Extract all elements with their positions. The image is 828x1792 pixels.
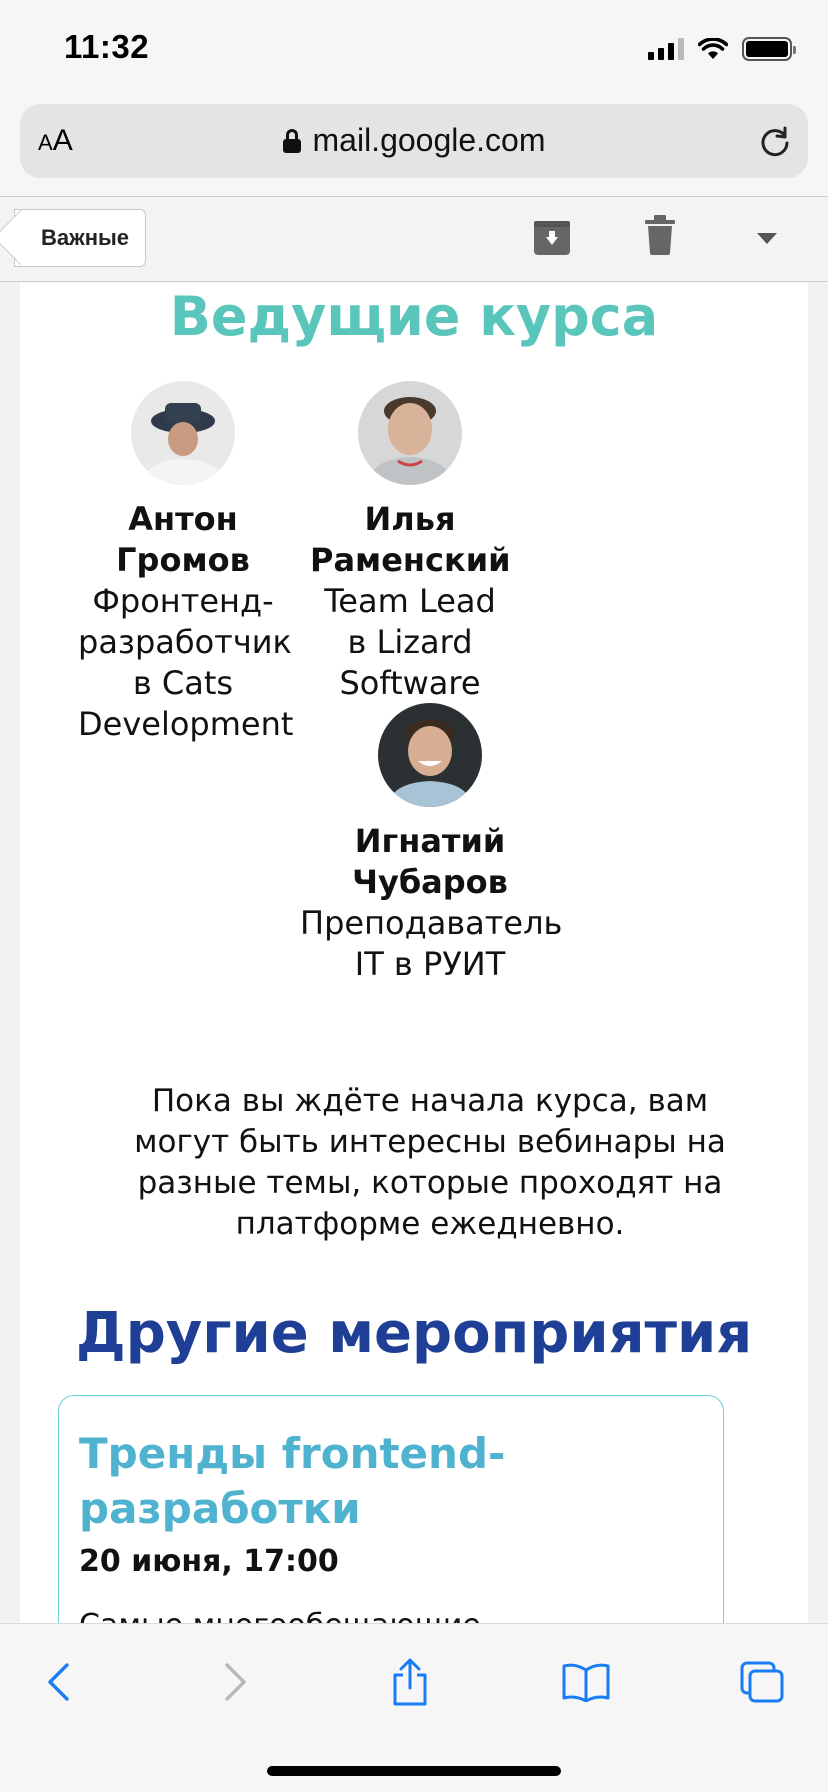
host-card: Илья Раменский Team Lead в Lizard Softwa… bbox=[310, 381, 511, 704]
host-card: Игнатий Чубаров Преподаватель IT в РУИТ bbox=[300, 703, 563, 985]
system-icons bbox=[648, 36, 796, 62]
share-button[interactable] bbox=[382, 1654, 438, 1710]
back-to-folder-button[interactable]: Важные bbox=[14, 209, 147, 267]
event-card[interactable]: Тренды frontend-разработки 20 июня, 17:0… bbox=[58, 1395, 724, 1623]
bookmarks-icon bbox=[562, 1663, 610, 1702]
trash-icon[interactable] bbox=[645, 215, 675, 255]
browser-bar: AA mail.google.com bbox=[0, 96, 828, 196]
other-events-title: Другие мероприятия bbox=[75, 1301, 753, 1366]
event-title[interactable]: Тренды frontend-разработки bbox=[79, 1426, 599, 1536]
url-text: mail.google.com bbox=[312, 122, 546, 158]
forward-icon bbox=[225, 1663, 246, 1701]
back-button[interactable] bbox=[30, 1654, 86, 1710]
lock-icon bbox=[282, 129, 301, 153]
intro-paragraph: Пока вы ждёте начала курса, вам могут бы… bbox=[134, 1083, 726, 1242]
battery-icon bbox=[742, 37, 796, 61]
browser-bottom-bar bbox=[0, 1623, 828, 1792]
host-name: Илья Раменский bbox=[310, 500, 511, 579]
host-role: Фронтенд-разработчик в Cats Development bbox=[78, 582, 294, 743]
host-role: Преподаватель IT в РУИТ bbox=[300, 904, 563, 983]
host-name: Игнатий Чубаров bbox=[352, 822, 508, 901]
back-icon bbox=[48, 1663, 69, 1701]
signal-icon bbox=[648, 38, 684, 60]
email-body: Ведущие курса Антон Громов Фронтенд-разр… bbox=[20, 283, 808, 1623]
home-indicator bbox=[267, 1766, 561, 1776]
event-date: 20 июня, 17:00 bbox=[79, 1544, 339, 1579]
address-bar[interactable]: AA mail.google.com bbox=[20, 104, 808, 178]
reload-icon[interactable] bbox=[758, 124, 792, 158]
avatar bbox=[131, 381, 235, 485]
hosts-title: Ведущие курса bbox=[169, 285, 659, 348]
avatar bbox=[378, 703, 482, 807]
dropdown-icon[interactable] bbox=[757, 233, 777, 245]
host-card: Антон Громов Фронтенд-разработчик в Cats… bbox=[78, 381, 294, 745]
share-icon bbox=[393, 1658, 427, 1706]
status-time: 11:32 bbox=[64, 28, 150, 65]
archive-icon[interactable] bbox=[533, 217, 571, 257]
tabs-button[interactable] bbox=[734, 1654, 790, 1710]
avatar bbox=[358, 381, 462, 485]
status-bar: 11:32 bbox=[0, 0, 828, 96]
address-field[interactable]: mail.google.com bbox=[20, 122, 808, 159]
host-role: Team Lead в Lizard Software bbox=[324, 582, 496, 702]
forward-button[interactable] bbox=[208, 1654, 264, 1710]
wifi-icon bbox=[698, 38, 728, 59]
tabs-icon bbox=[740, 1661, 784, 1703]
event-description: Самые многообещающие bbox=[79, 1608, 481, 1623]
bookmarks-button[interactable] bbox=[558, 1654, 614, 1710]
back-to-folder-label: Важные bbox=[41, 225, 130, 250]
mail-toolbar: Важные bbox=[0, 196, 828, 282]
host-name: Антон Громов bbox=[116, 500, 250, 579]
